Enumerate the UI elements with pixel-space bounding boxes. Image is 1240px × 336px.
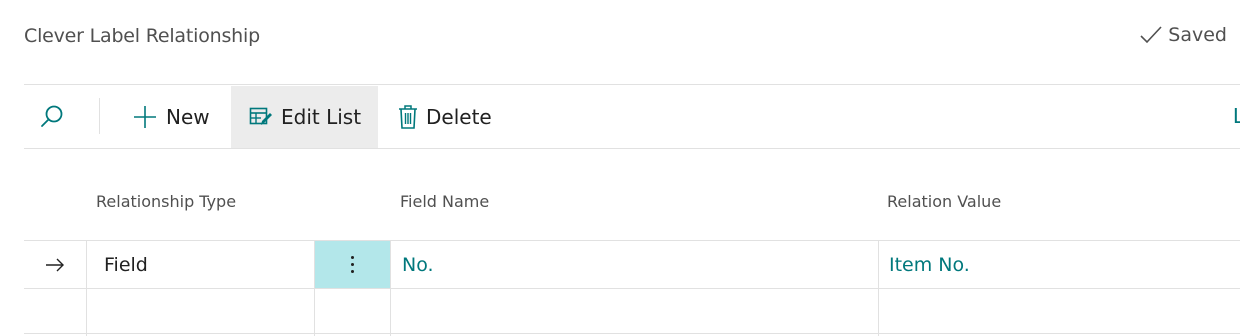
checkmark-icon [1140,26,1162,44]
table-row[interactable] [24,289,1240,336]
overflow-action-partial[interactable]: L [1233,104,1240,128]
field-name-cell[interactable]: No. [402,241,872,288]
column-header-field-name[interactable]: Field Name [400,192,489,211]
toolbar-separator [99,98,100,134]
page-title: Clever Label Relationship [24,25,260,47]
delete-button[interactable]: Delete [398,86,492,148]
divider [24,148,1240,149]
column-header-relation-value[interactable]: Relation Value [887,192,1001,211]
action-bar: New Edit List Delete L [24,86,1240,148]
save-status: Saved [1139,24,1227,46]
relation-value-cell[interactable] [889,289,1229,336]
cell-border [878,289,879,336]
cell-border [86,241,87,288]
relation-value-cell[interactable]: Item No. [889,241,1229,288]
search-icon [41,105,63,127]
relationship-type-cell[interactable] [104,289,314,336]
cell-border [878,241,879,288]
trash-icon [399,105,417,129]
search-button[interactable] [24,86,80,148]
arrow-right-icon [46,258,64,271]
divider [24,84,1240,85]
plus-icon [134,106,156,128]
row-actions-button[interactable] [315,241,390,288]
table-row[interactable]: Field No. Item No. [24,241,1240,288]
edit-list-button-label: Edit List [281,105,362,129]
cell-border [86,289,87,336]
column-header-relationship-type[interactable]: Relationship Type [96,192,236,211]
delete-button-label: Delete [426,105,492,129]
field-name-cell[interactable] [402,289,872,336]
cell-border [390,241,391,288]
new-button-label: New [166,105,210,129]
cell-border [314,289,315,336]
more-options-icon [351,254,354,275]
new-button[interactable]: New [132,86,210,148]
edit-list-button[interactable]: Edit List [231,86,378,148]
cell-border [390,289,391,336]
save-status-label: Saved [1168,24,1227,46]
edit-list-icon [249,107,272,125]
relationship-type-cell[interactable]: Field [104,241,314,288]
row-indicator[interactable] [24,241,86,288]
